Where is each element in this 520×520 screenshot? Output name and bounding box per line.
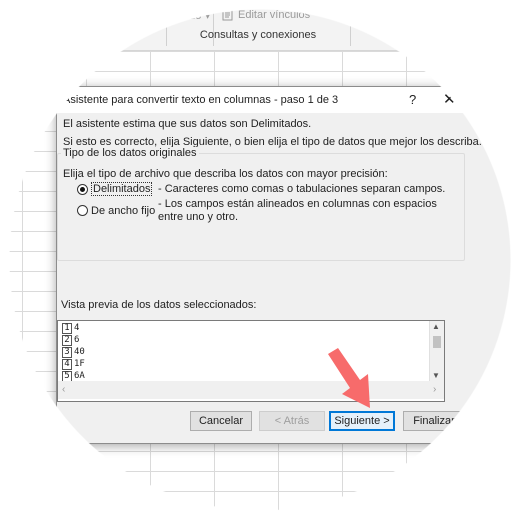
ribbon-todo-label: todo: [180, 10, 202, 22]
preview-row: 14: [62, 323, 79, 335]
scroll-thumb[interactable]: [433, 336, 441, 348]
ribbon-separator: [350, 4, 351, 46]
scroll-up-icon[interactable]: ▲: [432, 322, 440, 331]
vertical-scrollbar[interactable]: ▲ ▼: [429, 321, 444, 381]
fixed-width-description: - Los campos están alineados en columnas…: [158, 198, 437, 223]
radio-fixed-width[interactable]: [77, 205, 88, 216]
preview-row: 26: [62, 335, 79, 347]
excel-ribbon: todo ▾ Editar vínculos Consultas y conex…: [0, 0, 520, 51]
scroll-right-icon[interactable]: ›: [433, 384, 436, 395]
close-icon[interactable]: ✕: [443, 90, 456, 108]
cancel-button[interactable]: Cancelar: [190, 411, 252, 431]
preview-label: Vista previa de los datos seleccionados:: [61, 299, 257, 311]
radio-fixed-width-label[interactable]: De ancho fijo: [91, 205, 155, 217]
text-to-columns-dialog: Asistente para convertir texto en column…: [56, 86, 520, 444]
group-title: Tipo de los datos originales: [61, 147, 199, 159]
radio-delimited[interactable]: [77, 184, 88, 195]
group-prompt: Elija el tipo de archivo que describa lo…: [63, 168, 388, 180]
preview-row: 4 1F: [62, 359, 85, 371]
edit-links-icon: [222, 9, 233, 21]
intro-text: El asistente estima que sus datos son De…: [63, 118, 312, 130]
ribbon-todo-item[interactable]: todo ▾: [180, 10, 210, 22]
scroll-down-icon[interactable]: ▼: [432, 371, 440, 380]
back-button[interactable]: < Atrás: [259, 411, 325, 431]
radio-delimited-label[interactable]: Delimitados: [91, 182, 153, 196]
delimited-description: - Caracteres como comas o tabulaciones s…: [158, 183, 446, 195]
scroll-left-icon[interactable]: ‹: [62, 384, 65, 395]
help-icon[interactable]: ?: [409, 92, 416, 107]
dialog-titlebar[interactable]: Asistente para convertir texto en column…: [57, 87, 520, 113]
edit-links-button[interactable]: Editar vínculos: [222, 9, 310, 21]
dialog-title: Asistente para convertir texto en column…: [63, 94, 339, 106]
horizontal-scrollbar[interactable]: ‹ ›: [58, 381, 444, 399]
data-preview[interactable]: 14 26 3 40 4 1F 5 6A ▲ ▼ ‹ ›: [57, 320, 445, 402]
ribbon-group-label: Consultas y conexiones: [199, 29, 317, 41]
data-type-group: Tipo de los datos originales Elija el ti…: [57, 147, 465, 261]
edit-links-label: Editar vínculos: [238, 9, 311, 21]
finish-button[interactable]: Finalizar: [403, 411, 465, 431]
dropdown-icon: ▾: [203, 12, 210, 21]
preview-row: 3 40: [62, 347, 85, 359]
pointer-arrow-icon: [328, 348, 370, 408]
